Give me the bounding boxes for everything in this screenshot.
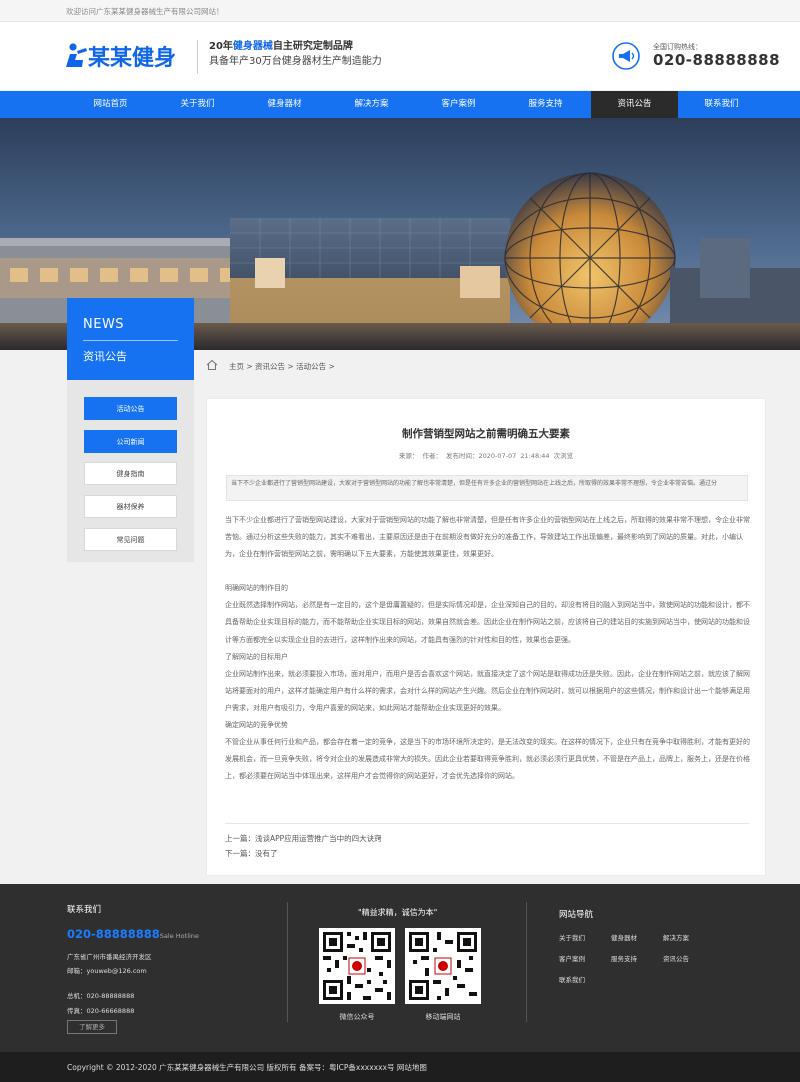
sidebar-header: NEWS 资讯公告 — [67, 298, 194, 380]
footer-tel-suffix: Sale Hotline — [159, 932, 199, 940]
logo-text: 某某健身 — [88, 46, 177, 71]
article-paragraph: 企业网站制作出来，就必须要投入市场，面对用户，而用户是否会喜欢这个网站，就直接决… — [225, 669, 750, 712]
home-icon[interactable] — [206, 359, 218, 371]
qr-code-icon — [323, 932, 391, 1000]
article-meta: 来源： 作者： 发布时间：2020-07-07 21:48:44 次浏览 — [398, 452, 574, 460]
wechat-qr-code — [319, 928, 395, 1004]
article-paragraph: 企业既然选择制作网站，必然是有一定目的，这个是毋庸置疑的，但是实际情况却是，企业… — [225, 601, 750, 644]
hotline-number: 020-88888888 — [653, 51, 781, 69]
sidebar-item-faq[interactable]: 常见问题 — [84, 528, 177, 551]
footer-tel: 020-88888888Sale Hotline — [67, 927, 199, 941]
article-title: 制作营销型网站之前需明确五大要素 — [402, 428, 570, 440]
footer-link-about[interactable]: 关于我们 — [559, 932, 585, 942]
footer-sitenav-title: 网站导航 — [559, 910, 594, 920]
footer-email: 邮箱：youweb@126.com — [67, 967, 147, 975]
footer-phone: 总机：020-88888888 — [67, 992, 135, 1000]
article-paragraph: 了解网站的目标用户 — [225, 652, 288, 661]
sidebar-title-en: NEWS — [83, 317, 125, 332]
qr-code-icon — [409, 932, 477, 1000]
hotline: 全国订购热线： 020-88888888 — [612, 40, 782, 74]
logo-icon — [66, 43, 87, 67]
copyright-text: Copyright © 2012-2020 广东某某健身器械生产有限公司 版权所… — [67, 1063, 427, 1072]
tagline-prefix: 20年 — [209, 41, 233, 52]
tagline: 20年健身器械自主研究定制品牌 具备年产30万台健身器材生产制造能力 — [197, 40, 397, 74]
nav-item-news[interactable]: 资讯公告 — [591, 91, 678, 118]
footer-link-support[interactable]: 服务支持 — [611, 953, 637, 963]
nav-item-solutions[interactable]: 解决方案 — [328, 91, 415, 118]
sidebar-nav: 活动公告 公司新闻 健身指南 器材保养 常见问题 — [67, 380, 194, 562]
tagline-highlight: 健身器械 — [232, 41, 273, 52]
top-bar: 欢迎访问广东某某健身器械生产有限公司网站！ — [0, 0, 800, 22]
prev-article-link[interactable]: 上一篇：浅谈APP应用运营推广当中的四大诀窍 — [225, 833, 382, 844]
footer-tel-number: 020-88888888 — [67, 927, 160, 941]
article-paragraph: 确定网站的竞争优势 — [225, 721, 288, 730]
article-paragraph — [225, 563, 751, 580]
nav-item-contact[interactable]: 联系我们 — [678, 91, 765, 118]
footer-link-contact[interactable]: 联系我们 — [559, 974, 585, 984]
footer-link-solutions[interactable]: 解决方案 — [663, 932, 689, 942]
footer-link-cases[interactable]: 客户案例 — [559, 953, 585, 963]
footer-address: 广东省广州市番禺经济开发区 — [67, 953, 152, 961]
tagline-line2: 具备年产30万台健身器材生产制造能力 — [209, 56, 382, 67]
wechat-qr-label: 微信公众号 — [339, 1013, 375, 1021]
nav-item-cases[interactable]: 客户案例 — [415, 91, 502, 118]
article-paragraph: 不管企业从事任何行业和产品，都会存在着一定的竞争，这是当下的市场环境所决定的，是… — [225, 738, 750, 781]
footer-slogan: "精益求精，诚信为本" — [358, 908, 438, 917]
article-paragraph: 当下不少企业都进行了营销型网站建设，大家对于营销型网站的功能了解也非常清楚，但是… — [225, 516, 750, 559]
sidebar-item-guide[interactable]: 健身指南 — [84, 462, 177, 485]
sidebar-title-cn: 资讯公告 — [83, 350, 127, 363]
footer: 联系我们 020-88888888Sale Hotline 广东省广州市番禺经济… — [0, 884, 800, 1052]
main-nav: 网站首页 关于我们 健身器材 解决方案 客户案例 服务支持 资讯公告 联系我们 — [0, 91, 800, 118]
breadcrumb: 主页 > 资讯公告 > 活动公告 > — [194, 350, 800, 380]
mobile-qr-code — [405, 928, 481, 1004]
mobile-qr-label: 移动端网站 — [425, 1013, 461, 1021]
article-body: 当下不少企业都进行了营销型网站建设，大家对于营销型网站的功能了解也非常清楚，但是… — [225, 512, 751, 785]
sidebar-item-company-news[interactable]: 公司新闻 — [84, 430, 177, 453]
nav-item-home[interactable]: 网站首页 — [67, 91, 154, 118]
nav-item-about[interactable]: 关于我们 — [154, 91, 241, 118]
megaphone-icon — [612, 42, 640, 70]
tagline-suffix: 自主研究定制品牌 — [272, 41, 353, 52]
breadcrumb-text[interactable]: 主页 > 资讯公告 > 活动公告 > — [229, 361, 335, 372]
sidebar-item-maintenance[interactable]: 器材保养 — [84, 495, 177, 518]
footer-divider — [287, 902, 288, 1022]
article-divider — [225, 823, 749, 824]
footer-contact-title: 联系我们 — [67, 905, 102, 915]
logo[interactable]: 某某健身 — [64, 40, 188, 71]
article-paragraph: 明确网站的制作目的 — [225, 584, 288, 593]
footer-link-news[interactable]: 资讯公告 — [663, 953, 689, 963]
copyright-bar: Copyright © 2012-2020 广东某某健身器械生产有限公司 版权所… — [0, 1052, 800, 1082]
article-panel: 制作营销型网站之前需明确五大要素 来源： 作者： 发布时间：2020-07-07… — [206, 398, 766, 876]
sidebar-title-divider — [83, 340, 178, 341]
learn-more-button[interactable]: 了解更多 — [67, 1020, 117, 1034]
nav-item-equipment[interactable]: 健身器材 — [241, 91, 328, 118]
sidebar-item-activity[interactable]: 活动公告 — [84, 397, 177, 420]
welcome-text: 欢迎访问广东某某健身器械生产有限公司网站！ — [66, 7, 224, 16]
footer-divider — [526, 902, 527, 1022]
footer-fax: 传真：020-66668888 — [67, 1007, 135, 1015]
footer-link-equipment[interactable]: 健身器材 — [611, 932, 637, 942]
article-summary: 当下不少企业都进行了营销型网站建设，大家对于营销型网站的功能了解也非常清楚，但是… — [226, 475, 748, 501]
nav-item-support[interactable]: 服务支持 — [502, 91, 589, 118]
next-article-link[interactable]: 下一篇：没有了 — [225, 848, 278, 859]
